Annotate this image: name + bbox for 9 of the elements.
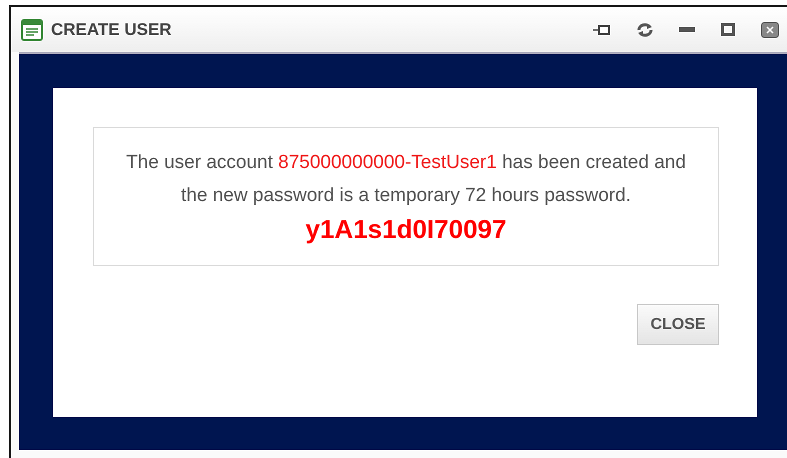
window-title: CREATE USER: [51, 20, 173, 40]
refresh-icon[interactable]: [637, 22, 653, 36]
close-icon[interactable]: [761, 22, 779, 38]
password-text: y1A1s1d0I70097: [306, 213, 506, 246]
pin-icon[interactable]: [593, 24, 611, 36]
window-icon: [21, 18, 43, 40]
maximize-icon[interactable]: [721, 23, 735, 36]
close-button[interactable]: CLOSE: [637, 304, 719, 345]
message-text: The user account 875000000000-TestUser1 has been created and the new password is a temporary 72 hours password.: [125, 151, 687, 208]
